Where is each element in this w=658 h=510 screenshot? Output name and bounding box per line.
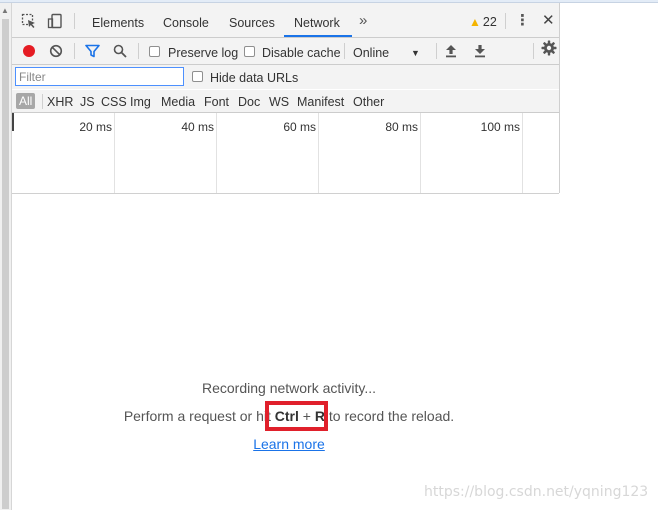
tab-separator [74, 13, 75, 29]
tab-elements[interactable]: Elements [92, 16, 144, 30]
type-filter-img[interactable]: Img [130, 95, 151, 109]
overview-gridline [216, 113, 217, 193]
warning-icon: ▲ [469, 15, 481, 29]
tab-sources[interactable]: Sources [229, 16, 275, 30]
overview-gridline [318, 113, 319, 193]
warnings-counter[interactable]: ▲ 22 [469, 15, 497, 29]
type-filter-js[interactable]: JS [80, 95, 95, 109]
overview-window-handle[interactable] [12, 113, 14, 131]
toolbar-separator [138, 43, 139, 59]
inspect-element-icon[interactable] [21, 13, 37, 29]
reload-hint-suffix: to record the reload. [324, 408, 455, 424]
overview-tick-label: 80 ms [385, 120, 418, 134]
resource-type-filter-bar: All XHR JS CSS Img Media Font Doc WS Man… [12, 90, 559, 113]
page-scrollbar[interactable]: ▲ [0, 3, 12, 510]
toolbar-separator [436, 43, 437, 59]
learn-more-container: Learn more [12, 436, 566, 452]
filter-icon[interactable] [85, 44, 100, 58]
recording-status-text: Recording network activity... [201, 380, 377, 396]
close-devtools-icon[interactable]: ✕ [542, 13, 555, 29]
network-toolbar: Preserve log Disable cache Online ▼ [12, 38, 559, 65]
type-filter-media[interactable]: Media [161, 95, 195, 109]
tab-separator [505, 13, 506, 29]
type-filter-font[interactable]: Font [204, 95, 229, 109]
filter-bar: Hide data URLs [12, 65, 559, 89]
active-tab-indicator [284, 35, 352, 37]
type-separator [42, 94, 43, 109]
export-har-icon[interactable] [474, 44, 486, 58]
disable-cache-label: Disable cache [262, 46, 341, 60]
search-icon[interactable] [113, 44, 127, 58]
overview-tick-label: 100 ms [480, 120, 520, 134]
clear-icon[interactable] [49, 44, 63, 58]
type-filter-css[interactable]: CSS [101, 95, 127, 109]
preserve-log-label: Preserve log [168, 46, 239, 60]
reload-hint-prefix: Perform a request or hit [123, 408, 275, 424]
network-settings-gear-icon[interactable] [541, 40, 557, 56]
chevron-down-icon[interactable]: ▼ [411, 48, 420, 58]
overview-tick-label: 40 ms [181, 120, 214, 134]
empty-state-area: Recording network activity... Perform a … [12, 194, 559, 510]
overview-gridline [420, 113, 421, 193]
toolbar-separator [344, 43, 345, 59]
overview-tick-label: 60 ms [283, 120, 316, 134]
record-button[interactable] [23, 45, 35, 57]
hide-data-urls-checkbox[interactable] [192, 71, 203, 82]
overview-gridline [114, 113, 115, 193]
type-filter-manifest[interactable]: Manifest [297, 95, 344, 109]
annotation-highlight-box [265, 401, 328, 431]
preserve-log-checkbox[interactable] [149, 46, 160, 57]
type-filter-doc[interactable]: Doc [238, 95, 260, 109]
devtools-panel: Elements Console Sources Network » ▲ 22 ⋮… [12, 3, 559, 510]
toolbar-separator [533, 43, 534, 59]
devtools-tab-bar: Elements Console Sources Network » ▲ 22 ⋮… [12, 3, 559, 38]
type-filter-other[interactable]: Other [353, 95, 384, 109]
tab-network[interactable]: Network [294, 16, 340, 30]
scrollbar-thumb[interactable] [2, 19, 9, 509]
overview-gridline [522, 113, 523, 193]
filter-input[interactable] [15, 67, 184, 86]
more-tabs-icon[interactable]: » [359, 12, 367, 29]
device-toolbar-icon[interactable] [47, 13, 63, 29]
type-filter-all[interactable]: All [16, 93, 36, 109]
overview-tick-label: 20 ms [79, 120, 112, 134]
throttling-select[interactable]: Online [353, 46, 389, 60]
type-filter-ws[interactable]: WS [269, 95, 289, 109]
watermark-text: https://blog.csdn.net/yqning123 [424, 484, 649, 500]
disable-cache-checkbox[interactable] [244, 46, 255, 57]
panel-right-border [559, 3, 560, 193]
toolbar-separator [74, 43, 75, 59]
type-filter-xhr[interactable]: XHR [47, 95, 73, 109]
customize-menu-icon[interactable]: ⋮ [515, 13, 530, 29]
warnings-count: 22 [482, 15, 497, 29]
tab-console[interactable]: Console [163, 16, 209, 30]
learn-more-link[interactable]: Learn more [253, 436, 325, 452]
scroll-up-arrow-icon[interactable]: ▲ [1, 6, 9, 15]
hide-data-urls-label: Hide data URLs [210, 71, 299, 85]
import-har-icon[interactable] [445, 44, 457, 58]
timeline-overview[interactable]: 20 ms 40 ms 60 ms 80 ms 100 ms [12, 113, 559, 194]
